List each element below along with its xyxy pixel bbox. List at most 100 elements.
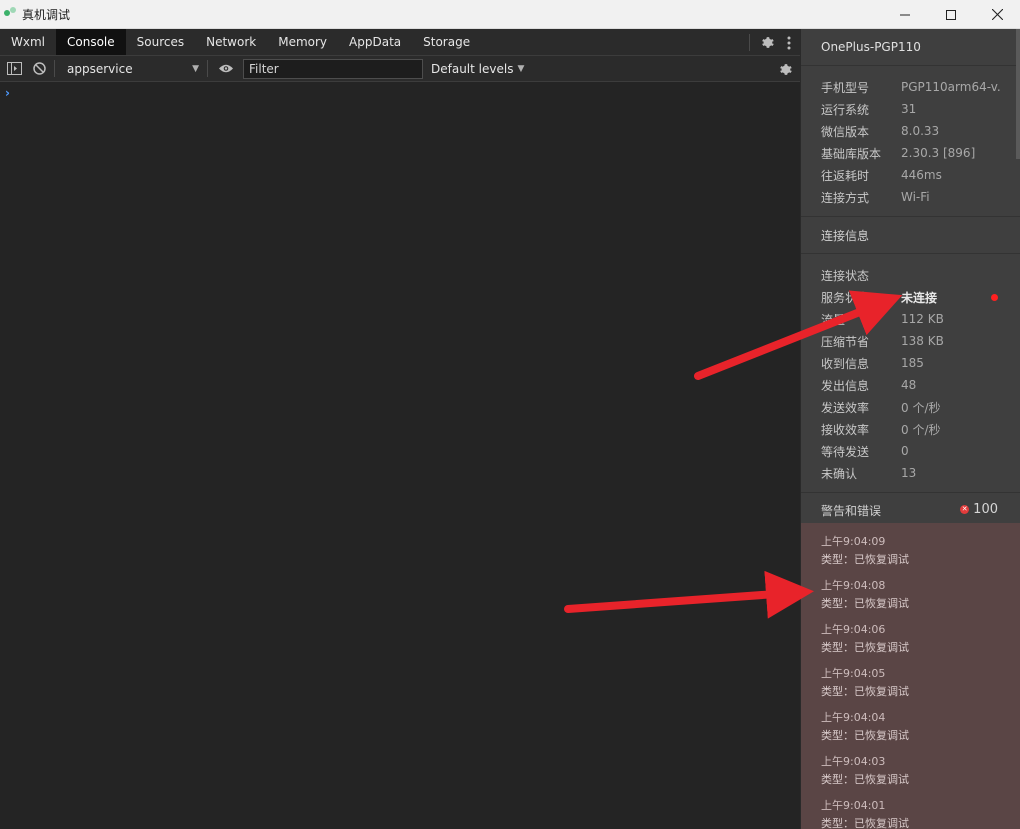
status-row: 接收效率 0 个/秒 bbox=[801, 418, 1020, 440]
status-row: 服务状态 未连接 bbox=[801, 286, 1020, 308]
title-bar: 真机调试 bbox=[0, 0, 1020, 29]
connection-status-section: 连接状态 服务状态 未连接 流量 112 KB 压缩节省 138 KB 收到信息 185… bbox=[801, 254, 1020, 493]
status-value: 0 个/秒 bbox=[901, 400, 941, 415]
status-row: 连接状态 bbox=[801, 264, 1020, 286]
service-status-value: 未连接 bbox=[901, 290, 938, 305]
status-key: 收到信息 bbox=[821, 356, 870, 371]
console-output[interactable]: › bbox=[0, 83, 800, 829]
status-value: 48 bbox=[901, 378, 917, 392]
warnings-log-list[interactable]: 上午9:04:09 类型：已恢复调试 上午9:04:08 类型：已恢复调试 上午9:… bbox=[801, 523, 1020, 829]
minimize-icon bbox=[900, 14, 910, 15]
log-item: 上午9:04:01 类型：已恢复调试 bbox=[801, 797, 1020, 829]
info-row: 往返耗时 446ms bbox=[801, 164, 1020, 186]
console-settings-button[interactable] bbox=[774, 58, 796, 80]
settings-gear-button[interactable] bbox=[756, 32, 778, 54]
status-row: 未确认 13 bbox=[801, 462, 1020, 484]
log-item: 上午9:04:03 类型：已恢复调试 bbox=[801, 753, 1020, 789]
status-value: 0 个/秒 bbox=[901, 422, 941, 437]
info-value: 8.0.33 bbox=[901, 124, 940, 138]
panel-scrollbar[interactable] bbox=[1016, 29, 1020, 159]
status-value: 185 bbox=[901, 356, 924, 370]
maximize-button[interactable] bbox=[928, 0, 974, 29]
devtools-pane: Wxml Console Sources Network Memory AppD… bbox=[0, 29, 800, 829]
info-row: 手机型号 PGP110arm64-v... bbox=[801, 76, 1020, 98]
connection-info-link[interactable]: 连接信息 bbox=[801, 217, 1020, 254]
log-item: 上午9:04:09 类型：已恢复调试 bbox=[801, 533, 1020, 569]
status-row: 发出信息 48 bbox=[801, 374, 1020, 396]
device-name: OnePlus-PGP110 bbox=[801, 29, 1020, 66]
log-item: 上午9:04:06 类型：已恢复调试 bbox=[801, 621, 1020, 657]
status-key: 连接状态 bbox=[821, 268, 870, 283]
console-toolbar: appservice ▼ Default levels ▼ bbox=[0, 56, 800, 82]
console-prompt[interactable]: › bbox=[5, 86, 10, 100]
eye-icon bbox=[219, 64, 233, 73]
context-select-value: appservice bbox=[67, 61, 133, 76]
app-logo-icon bbox=[4, 7, 18, 21]
log-message: 类型：已恢复调试 bbox=[821, 685, 909, 698]
status-key: 发出信息 bbox=[821, 378, 870, 393]
status-value: 112 KB bbox=[901, 312, 944, 326]
filter-input[interactable] bbox=[243, 58, 423, 79]
log-time: 上午9:04:03 bbox=[821, 755, 886, 768]
log-levels-dropdown[interactable]: Default levels ▼ bbox=[431, 62, 524, 76]
status-key: 服务状态 bbox=[821, 290, 870, 305]
info-value: Wi-Fi bbox=[901, 190, 930, 204]
clear-console-button[interactable] bbox=[28, 58, 50, 80]
toggle-sidebar-button[interactable] bbox=[3, 58, 25, 80]
gear-icon bbox=[779, 63, 792, 75]
live-expression-button[interactable] bbox=[215, 58, 237, 80]
tab-sources[interactable]: Sources bbox=[126, 29, 195, 55]
info-key: 微信版本 bbox=[821, 124, 870, 139]
more-options-button[interactable] bbox=[778, 32, 800, 54]
log-time: 上午9:04:06 bbox=[821, 623, 886, 636]
chevron-down-icon: ▼ bbox=[517, 63, 525, 74]
tab-appdata[interactable]: AppData bbox=[338, 29, 412, 55]
log-time: 上午9:04:01 bbox=[821, 799, 886, 812]
log-message: 类型：已恢复调试 bbox=[821, 553, 909, 566]
log-message: 类型：已恢复调试 bbox=[821, 641, 909, 654]
warnings-label: 警告和错误 bbox=[821, 504, 882, 518]
status-row: 流量 112 KB bbox=[801, 308, 1020, 330]
status-key: 等待发送 bbox=[821, 444, 870, 459]
tab-network[interactable]: Network bbox=[195, 29, 267, 55]
status-value: 138 KB bbox=[901, 334, 944, 348]
minimize-button[interactable] bbox=[882, 0, 928, 29]
status-key: 接收效率 bbox=[821, 422, 870, 437]
status-row: 压缩节省 138 KB bbox=[801, 330, 1020, 352]
log-item: 上午9:04:05 类型：已恢复调试 bbox=[801, 665, 1020, 701]
log-levels-label: Default levels bbox=[431, 61, 514, 76]
log-message: 类型：已恢复调试 bbox=[821, 773, 909, 786]
warnings-count-badge: ✕ 100 bbox=[960, 502, 998, 517]
info-value: 2.30.3 [896] bbox=[901, 146, 976, 160]
gear-icon bbox=[761, 37, 774, 48]
info-key: 连接方式 bbox=[821, 190, 870, 205]
tab-memory[interactable]: Memory bbox=[267, 29, 338, 55]
info-row: 微信版本 8.0.33 bbox=[801, 120, 1020, 142]
status-row: 发送效率 0 个/秒 bbox=[801, 396, 1020, 418]
info-row: 基础库版本 2.30.3 [896] bbox=[801, 142, 1020, 164]
status-dot-icon bbox=[991, 294, 998, 301]
divider bbox=[749, 34, 750, 51]
device-info-section: 手机型号 PGP110arm64-v... 运行系统 31 微信版本 8.0.33 基… bbox=[801, 66, 1020, 217]
maximize-icon bbox=[946, 9, 956, 20]
status-row: 等待发送 0 bbox=[801, 440, 1020, 462]
info-key: 基础库版本 bbox=[821, 146, 882, 161]
tab-storage[interactable]: Storage bbox=[412, 29, 481, 55]
log-message: 类型：已恢复调试 bbox=[821, 597, 909, 610]
info-value: 31 bbox=[901, 102, 917, 116]
log-message: 类型：已恢复调试 bbox=[821, 817, 909, 829]
tab-wxml[interactable]: Wxml bbox=[0, 29, 56, 55]
info-key: 往返耗时 bbox=[821, 168, 870, 183]
device-info-panel: OnePlus-PGP110 手机型号 PGP110arm64-v... 运行系统… bbox=[800, 29, 1020, 829]
divider bbox=[54, 60, 55, 77]
close-icon bbox=[991, 9, 1003, 20]
sidebar-toggle-icon bbox=[6, 62, 22, 75]
log-time: 上午9:04:05 bbox=[821, 667, 886, 680]
info-key: 手机型号 bbox=[821, 80, 870, 95]
tab-console[interactable]: Console bbox=[56, 29, 126, 55]
status-key: 发送效率 bbox=[821, 400, 870, 415]
context-select[interactable]: appservice ▼ bbox=[65, 59, 203, 79]
log-item: 上午9:04:08 类型：已恢复调试 bbox=[801, 577, 1020, 613]
close-button[interactable] bbox=[974, 0, 1020, 29]
info-key: 运行系统 bbox=[821, 102, 870, 117]
